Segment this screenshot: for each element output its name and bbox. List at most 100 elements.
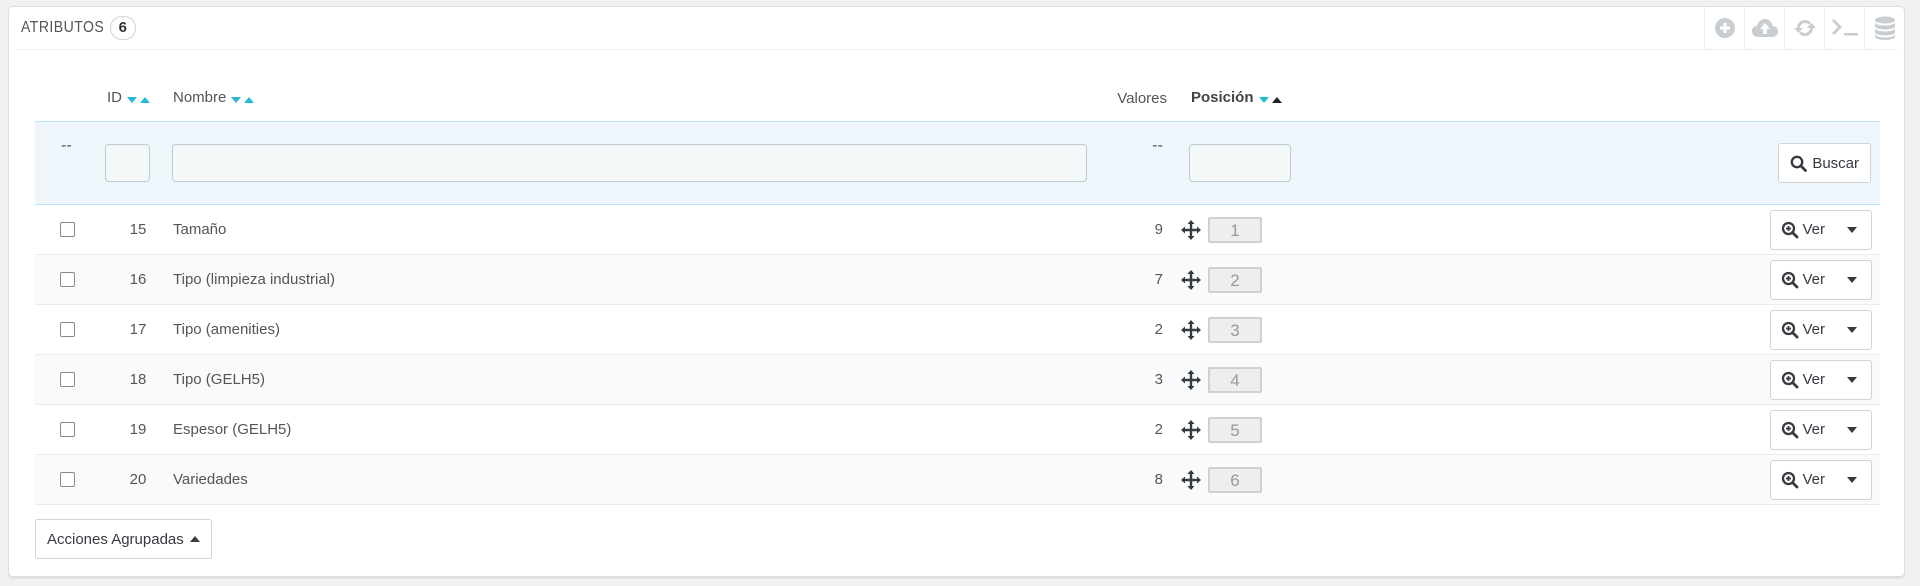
- header-position: Posición: [1173, 75, 1763, 122]
- header-id: ID: [107, 75, 173, 122]
- view-button-label: Ver: [1802, 471, 1825, 488]
- row-actions-dropdown[interactable]: [1835, 311, 1871, 349]
- row-checkbox[interactable]: [60, 372, 75, 387]
- caret-down-icon: [1847, 326, 1857, 333]
- row-checkbox[interactable]: [60, 472, 75, 487]
- filter-position-cell: [1173, 121, 1763, 205]
- row-checkbox[interactable]: [60, 222, 75, 237]
- filter-name-input[interactable]: [172, 144, 1087, 182]
- table-row: 16 Tipo (limpieza industrial) 7 2 Ver: [35, 254, 1880, 305]
- row-actions-cell: Ver: [1763, 204, 1880, 255]
- position-value: 1: [1208, 216, 1262, 243]
- row-actions-group: Ver: [1770, 409, 1872, 450]
- row-select-cell: [35, 254, 107, 305]
- sort-desc-icon[interactable]: [231, 96, 242, 103]
- search-icon: [1790, 155, 1808, 172]
- sort-asc-icon[interactable]: [1271, 96, 1282, 103]
- bulk-actions-label: Acciones Agrupadas: [47, 530, 184, 548]
- view-button[interactable]: Ver: [1771, 361, 1835, 399]
- row-select-cell: [35, 454, 107, 505]
- search-button[interactable]: Buscar: [1778, 143, 1871, 183]
- row-name: Tamaño: [173, 221, 227, 238]
- attributes-table-wrapper: ID Nombre Valores Posición -- -- Buscar …: [35, 75, 1880, 505]
- table-row: 18 Tipo (GELH5) 3 4 Ver: [35, 354, 1880, 405]
- row-name-cell: Tamaño: [173, 204, 1093, 255]
- zoom-in-icon: [1782, 271, 1799, 288]
- move-icon[interactable]: [1181, 219, 1201, 240]
- row-position-cell: 5: [1173, 404, 1763, 455]
- database-icon: [1874, 16, 1895, 40]
- header-name-label: Nombre: [173, 89, 227, 107]
- caret-down-icon: [1847, 426, 1857, 433]
- filter-search-cell: Buscar: [1763, 121, 1880, 205]
- move-icon[interactable]: [1181, 419, 1201, 440]
- export-database-button[interactable]: [1864, 7, 1904, 49]
- row-name: Espesor (GELH5): [173, 421, 292, 438]
- attributes-panel: ATRIBUTOS 6 ID Nombre Valores Posición -…: [8, 6, 1905, 577]
- move-icon[interactable]: [1181, 269, 1201, 290]
- row-checkbox[interactable]: [60, 422, 75, 437]
- search-button-label: Buscar: [1812, 154, 1859, 172]
- zoom-in-icon: [1782, 471, 1799, 488]
- table-header-row: ID Nombre Valores Posición: [35, 75, 1880, 122]
- row-actions-dropdown[interactable]: [1835, 411, 1871, 449]
- row-checkbox[interactable]: [60, 272, 75, 287]
- move-icon[interactable]: [1181, 469, 1201, 490]
- sort-asc-icon[interactable]: [244, 96, 255, 103]
- row-actions-cell: Ver: [1763, 304, 1880, 355]
- view-button[interactable]: Ver: [1771, 461, 1835, 499]
- cloud-upload-icon: [1751, 19, 1778, 37]
- row-actions-group: Ver: [1770, 259, 1872, 300]
- position-sort-controls: [1256, 90, 1282, 107]
- sort-desc-icon[interactable]: [1258, 96, 1269, 103]
- row-actions-dropdown[interactable]: [1835, 261, 1871, 299]
- row-id: 20: [129, 471, 147, 488]
- filter-id-input[interactable]: [105, 144, 150, 182]
- sort-desc-icon[interactable]: [127, 96, 137, 103]
- row-id: 17: [129, 321, 147, 338]
- row-position-cell: 2: [1173, 254, 1763, 305]
- view-button[interactable]: Ver: [1771, 411, 1835, 449]
- export-button[interactable]: [1744, 7, 1784, 49]
- view-button[interactable]: Ver: [1771, 261, 1835, 299]
- move-icon[interactable]: [1181, 369, 1201, 390]
- table-row: 17 Tipo (amenities) 2 3 Ver: [35, 304, 1880, 355]
- panel-title: ATRIBUTOS: [21, 19, 105, 36]
- bulk-actions-button[interactable]: Acciones Agrupadas: [35, 519, 212, 559]
- row-id-cell: 15: [107, 204, 173, 255]
- position-value: 6: [1208, 466, 1262, 493]
- move-icon[interactable]: [1181, 319, 1201, 340]
- count-badge: 6: [109, 16, 136, 40]
- sort-asc-icon[interactable]: [140, 96, 150, 103]
- refresh-button[interactable]: [1784, 7, 1824, 49]
- row-name: Tipo (amenities): [173, 321, 280, 338]
- row-actions-group: Ver: [1770, 459, 1872, 500]
- refresh-icon: [1793, 20, 1816, 36]
- header-values-label: Valores: [1117, 89, 1167, 107]
- view-button[interactable]: Ver: [1771, 311, 1835, 349]
- row-actions-dropdown[interactable]: [1835, 361, 1871, 399]
- row-values: 3: [1154, 371, 1163, 388]
- filter-values-placeholder: --: [1152, 136, 1163, 154]
- table-row: 15 Tamaño 9 1 Ver: [35, 204, 1880, 255]
- position-value: 3: [1208, 316, 1262, 343]
- position-value: 5: [1208, 416, 1262, 443]
- row-values-cell: 7: [1093, 254, 1173, 305]
- add-new-button[interactable]: [1704, 7, 1744, 49]
- view-button-label: Ver: [1802, 221, 1825, 238]
- row-values: 2: [1154, 421, 1163, 438]
- filter-select-cell: --: [35, 121, 107, 205]
- row-checkbox[interactable]: [60, 322, 75, 337]
- row-values-cell: 3: [1093, 354, 1173, 405]
- header-select: [35, 75, 107, 122]
- sql-query-button[interactable]: [1824, 7, 1864, 49]
- row-values: 9: [1154, 221, 1163, 238]
- row-actions-dropdown[interactable]: [1835, 211, 1871, 249]
- row-values-cell: 9: [1093, 204, 1173, 255]
- row-actions-dropdown[interactable]: [1835, 461, 1871, 499]
- panel-toolbar: [1704, 7, 1904, 49]
- zoom-in-icon: [1782, 371, 1799, 388]
- row-values-cell: 2: [1093, 404, 1173, 455]
- filter-position-input[interactable]: [1189, 144, 1291, 182]
- view-button[interactable]: Ver: [1771, 211, 1835, 249]
